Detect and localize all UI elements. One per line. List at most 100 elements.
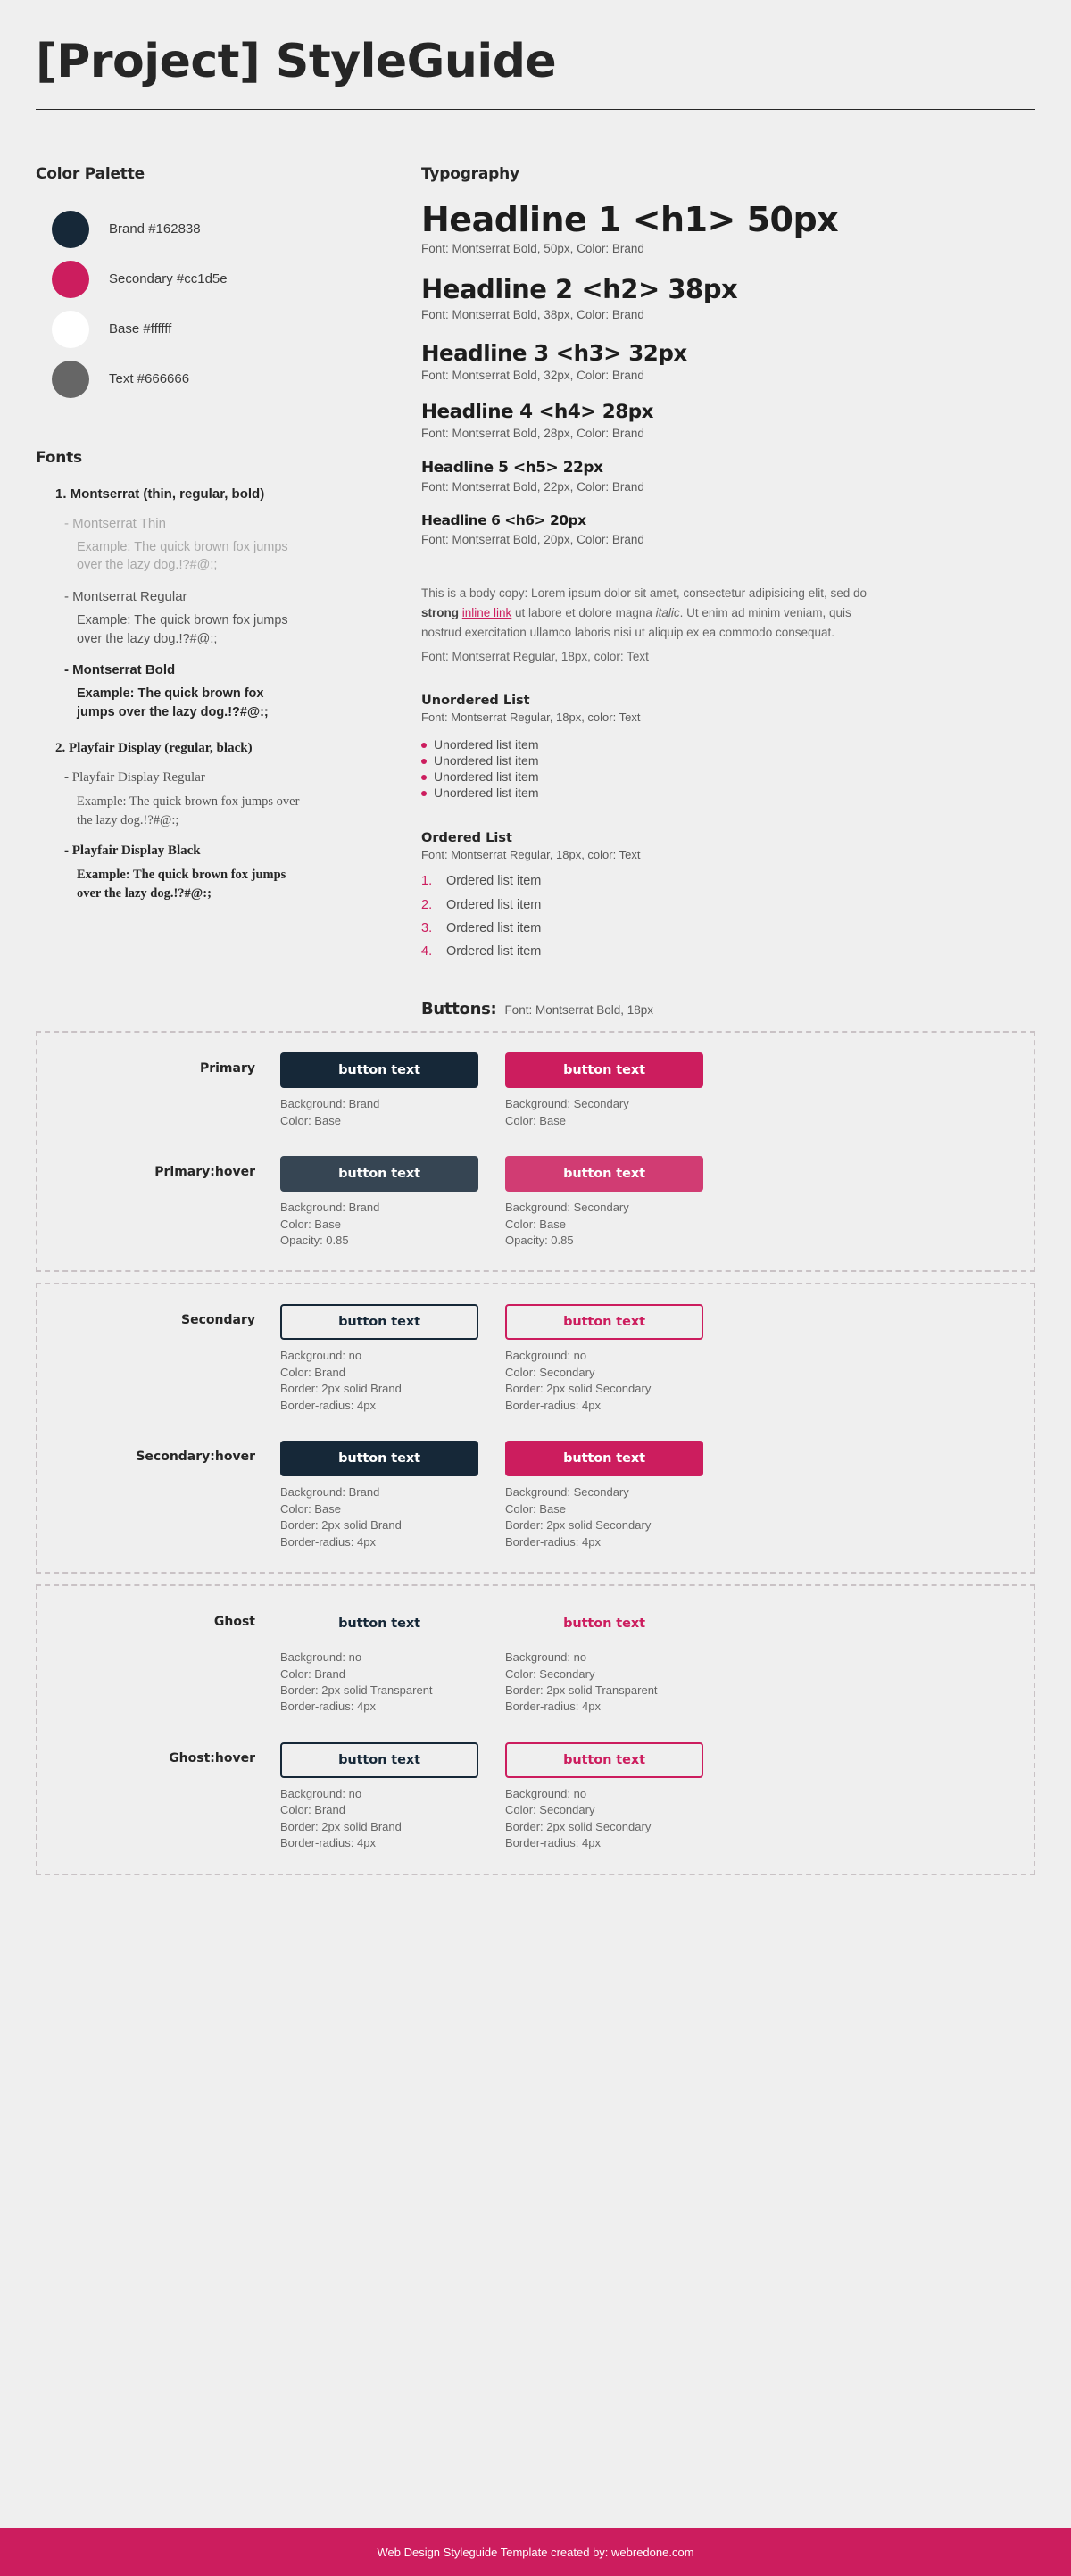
- demo-button[interactable]: button text: [505, 1304, 703, 1341]
- font-group: 1. Montserrat (thin, regular, bold) - Mon…: [36, 486, 321, 721]
- headline-meta: Font: Montserrat Bold, 28px, Color: Bran…: [421, 427, 644, 441]
- styleguide-page: [Project] StyleGuide Color Palette Brand…: [0, 0, 1071, 2576]
- button-spec: Background: no Color: Secondary Border: 2p…: [505, 1348, 703, 1414]
- typography-heading: Typography: [421, 164, 519, 183]
- inline-link[interactable]: inline link: [462, 606, 512, 619]
- button-spec-line: Color: Base: [280, 1217, 341, 1231]
- font-variant-name: - Playfair Display Black: [64, 843, 201, 859]
- button-spec: Background: no Color: Brand Border: 2px so…: [280, 1348, 478, 1414]
- button-cell: button text Background: Brand Color: Base O…: [280, 1156, 478, 1249]
- demo-button[interactable]: button text: [280, 1441, 478, 1477]
- headline-meta: Font: Montserrat Bold, 38px, Color: Bran…: [421, 307, 644, 321]
- ordered-list-heading: Ordered List: [421, 831, 512, 846]
- button-cell: button text Background: no Color: Brand Bor…: [280, 1304, 478, 1414]
- button-spec-line: Border: 2px solid Secondary: [505, 1819, 652, 1833]
- demo-button[interactable]: button text: [280, 1606, 478, 1641]
- button-spec-line: Border: 2px solid Brand: [280, 1518, 402, 1533]
- button-cell: button text Background: Brand Color: Base: [280, 1052, 478, 1129]
- button-row-label: Ghost:hover: [169, 1750, 255, 1766]
- headline-text: Headline 4 <h4> 28px: [421, 401, 654, 424]
- button-row: Ghost:hover button text Background: no Colo…: [61, 1741, 1010, 1852]
- font-variant-name: - Montserrat Regular: [64, 588, 187, 604]
- color-swatch-dot: [52, 260, 89, 298]
- button-spec-line: Color: Base: [280, 1113, 341, 1127]
- demo-button[interactable]: button text: [280, 1304, 478, 1341]
- demo-button[interactable]: button text: [280, 1741, 478, 1778]
- button-row-label: Secondary:hover: [136, 1450, 255, 1465]
- button-variants: button text Background: Brand Color: Base b…: [280, 1052, 1010, 1129]
- fonts-block: Fonts 1. Montserrat (thin, regular, bold…: [36, 449, 321, 903]
- body-copy-meta: Font: Montserrat Regular, 18px, color: T…: [421, 649, 649, 663]
- button-group: Ghost button text Background: no Color: Bra…: [36, 1584, 1035, 1875]
- button-spec-line: Color: Base: [505, 1113, 566, 1127]
- button-spec: Background: no Color: Brand Border: 2px so…: [280, 1649, 478, 1716]
- headline-sample: Headline 2 <h2> 38px Font: Montserrat Bol…: [421, 275, 1035, 321]
- font-group-title: 2. Playfair Display (regular, black): [55, 741, 253, 756]
- footer-credit: Web Design Styleguide Template created b…: [377, 2545, 694, 2559]
- headline-meta: Font: Montserrat Bold, 22px, Color: Bran…: [421, 480, 644, 494]
- unordered-list-block: Unordered List Font: Montserrat Regular,…: [421, 694, 1035, 802]
- button-spec-line: Background: Brand: [280, 1097, 380, 1111]
- button-variants: button text Background: no Color: Brand Bor…: [280, 1606, 1010, 1716]
- font-group: 2. Playfair Display (regular, black) - Pl…: [36, 741, 321, 902]
- color-swatch-row: Base #ffffff: [36, 304, 321, 354]
- button-spec-line: Background: no: [280, 1650, 362, 1665]
- body-copy-strong: strong: [421, 605, 459, 619]
- color-swatch-label: Text #666666: [109, 371, 190, 387]
- headline-sample: Headline 5 <h5> 22px Font: Montserrat Bol…: [421, 460, 1035, 494]
- demo-button[interactable]: button text: [280, 1156, 478, 1192]
- color-swatch-label: Secondary #cc1d5e: [109, 271, 228, 287]
- font-variant: - Montserrat Thin Example: The quick brow…: [64, 516, 321, 575]
- button-spec-line: Border-radius: 4px: [505, 1699, 601, 1714]
- demo-button[interactable]: button text: [505, 1741, 703, 1778]
- list-item: Ordered list item: [421, 920, 542, 935]
- list-item: Unordered list item: [421, 752, 1035, 769]
- button-spec-line: Border-radius: 4px: [280, 1398, 376, 1412]
- demo-button[interactable]: button text: [505, 1606, 703, 1641]
- page-footer: Web Design Styleguide Template created b…: [0, 2528, 1071, 2576]
- headline-sample: Headline 3 <h3> 32px Font: Montserrat Bol…: [421, 340, 1035, 383]
- font-variant: - Montserrat Regular Example: The quick b…: [64, 589, 321, 648]
- button-spec-line: Background: no: [280, 1786, 362, 1800]
- list-item: Ordered list item: [421, 874, 542, 889]
- button-row-label: Secondary: [181, 1313, 255, 1328]
- button-variants: button text Background: no Color: Brand Bor…: [280, 1304, 1010, 1414]
- button-spec-line: Opacity: 0.85: [280, 1234, 349, 1248]
- button-cell: button text Background: no Color: Brand Bor…: [280, 1606, 478, 1716]
- fonts-heading: Fonts: [36, 448, 82, 467]
- list-item: Ordered list item: [421, 897, 542, 912]
- button-spec-line: Color: Secondary: [505, 1666, 595, 1681]
- button-row: Primary:hover button text Background: Bran…: [61, 1156, 1010, 1249]
- headline-text: Headline 1 <h1> 50px: [421, 199, 839, 239]
- demo-button[interactable]: button text: [505, 1441, 703, 1477]
- demo-button[interactable]: button text: [505, 1052, 703, 1089]
- button-spec: Background: Secondary Color: Base Border: …: [505, 1484, 703, 1550]
- button-spec-line: Color: Base: [505, 1217, 566, 1231]
- button-spec-line: Background: no: [505, 1650, 587, 1665]
- button-groups-zone: Primary button text Background: Brand Color…: [0, 1031, 1071, 1875]
- list-item: Unordered list item: [421, 769, 1035, 785]
- button-spec-line: Border: 2px solid Transparent: [280, 1683, 433, 1697]
- ordered-list-meta: Font: Montserrat Regular, 18px, color: T…: [421, 848, 641, 862]
- demo-button[interactable]: button text: [505, 1156, 703, 1192]
- font-group-title: 1. Montserrat (thin, regular, bold): [55, 486, 265, 502]
- button-spec-line: Border-radius: 4px: [505, 1836, 601, 1850]
- list-item: Ordered list item: [421, 943, 542, 959]
- headline-sample: Headline 1 <h1> 50px Font: Montserrat Bol…: [421, 201, 1035, 256]
- button-spec-line: Background: Brand: [280, 1201, 380, 1215]
- button-variants: button text Background: Brand Color: Base O…: [280, 1156, 1010, 1249]
- headline-samples: Headline 1 <h1> 50px Font: Montserrat Bol…: [421, 201, 1035, 546]
- headline-meta: Font: Montserrat Bold, 32px, Color: Bran…: [421, 369, 644, 383]
- font-variant: - Playfair Display Regular Example: The q…: [64, 770, 321, 829]
- button-spec-line: Color: Brand: [280, 1803, 345, 1817]
- color-swatch-dot: [52, 360, 89, 398]
- headline-sample: Headline 6 <h6> 20px Font: Montserrat Bol…: [421, 512, 1035, 545]
- button-spec-line: Border: 2px solid Brand: [280, 1382, 402, 1396]
- button-row: Secondary:hover button text Background: Br…: [61, 1441, 1010, 1550]
- demo-button[interactable]: button text: [280, 1052, 478, 1089]
- button-spec-line: Border: 2px solid Brand: [280, 1819, 402, 1833]
- color-swatch-label: Base #ffffff: [109, 321, 172, 337]
- button-spec-line: Border-radius: 4px: [505, 1534, 601, 1549]
- button-spec-line: Border-radius: 4px: [280, 1836, 376, 1850]
- button-spec-line: Border-radius: 4px: [280, 1534, 376, 1549]
